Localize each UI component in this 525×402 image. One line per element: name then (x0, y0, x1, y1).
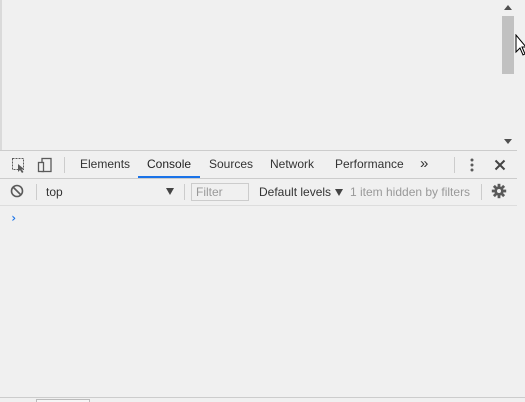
log-levels-label: Default levels (259, 185, 332, 199)
log-levels-dropdown[interactable]: Default levels (259, 183, 344, 201)
scroll-thumb[interactable] (502, 16, 514, 74)
tab-sources[interactable]: Sources (209, 151, 253, 178)
page-scrollbar[interactable] (500, 0, 517, 150)
console-filterbar: top Default levels 1 item hidden by filt… (0, 179, 517, 206)
gear-icon[interactable] (491, 183, 509, 201)
mouse-cursor-icon (515, 34, 525, 56)
scroll-down-arrow[interactable] (504, 139, 512, 144)
context-selector[interactable]: top (40, 183, 180, 201)
page-viewport (0, 0, 517, 150)
browser-window: Elements Console Sources Network Perform… (0, 0, 525, 402)
tabbar-separator-right (454, 157, 455, 173)
tabbar-separator (64, 157, 65, 173)
console-filter-input[interactable] (191, 183, 249, 201)
clear-console-icon[interactable] (10, 184, 26, 200)
devtools-tabbar: Elements Console Sources Network Perform… (0, 151, 517, 179)
devtools-panel: Elements Console Sources Network Perform… (0, 150, 517, 402)
tab-console[interactable]: Console (138, 151, 201, 178)
tab-elements[interactable]: Elements (80, 151, 130, 178)
filterbar-separator (184, 184, 185, 200)
context-value: top (46, 185, 63, 199)
inspect-element-icon[interactable] (10, 156, 28, 174)
console-output[interactable]: › (0, 206, 517, 402)
chevron-down-icon (166, 188, 174, 195)
window-bottom-strip (0, 397, 525, 402)
kebab-menu-icon[interactable] (463, 156, 481, 174)
filterbar-separator (36, 184, 37, 200)
tab-network[interactable]: Network (270, 151, 314, 178)
filterbar-separator-right (481, 184, 482, 200)
tab-performance[interactable]: Performance (335, 151, 404, 178)
chevron-down-icon (335, 189, 344, 197)
chevron-double-right-icon[interactable]: » (420, 151, 428, 178)
device-toolbar-icon[interactable] (36, 156, 54, 174)
console-prompt-icon: › (10, 211, 18, 225)
scroll-up-arrow[interactable] (504, 5, 512, 10)
hidden-items-message: 1 item hidden by filters (350, 185, 471, 199)
close-icon[interactable] (491, 156, 509, 174)
